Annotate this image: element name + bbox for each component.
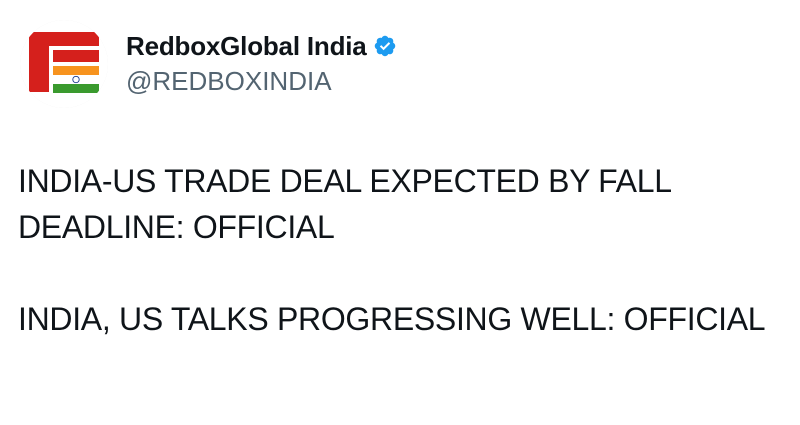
account-identity: RedboxGlobal India @REDBOXINDIA [126,30,397,98]
tweet-text: INDIA-US TRADE DEAL EXPECTED BY FALL DEA… [18,158,778,342]
tweet-paragraph-2: INDIA, US TALKS PROGRESSING WELL: OFFICI… [18,301,766,337]
display-name[interactable]: RedboxGlobal India [126,30,367,62]
redbox-india-logo-icon [20,20,108,108]
avatar[interactable] [20,20,108,108]
tweet-header: RedboxGlobal India @REDBOXINDIA [20,20,397,108]
tweet-paragraph-1: INDIA-US TRADE DEAL EXPECTED BY FALL DEA… [18,163,671,245]
account-handle[interactable]: @REDBOXINDIA [126,64,397,98]
verified-badge-icon [374,35,395,57]
name-row: RedboxGlobal India [126,30,397,62]
